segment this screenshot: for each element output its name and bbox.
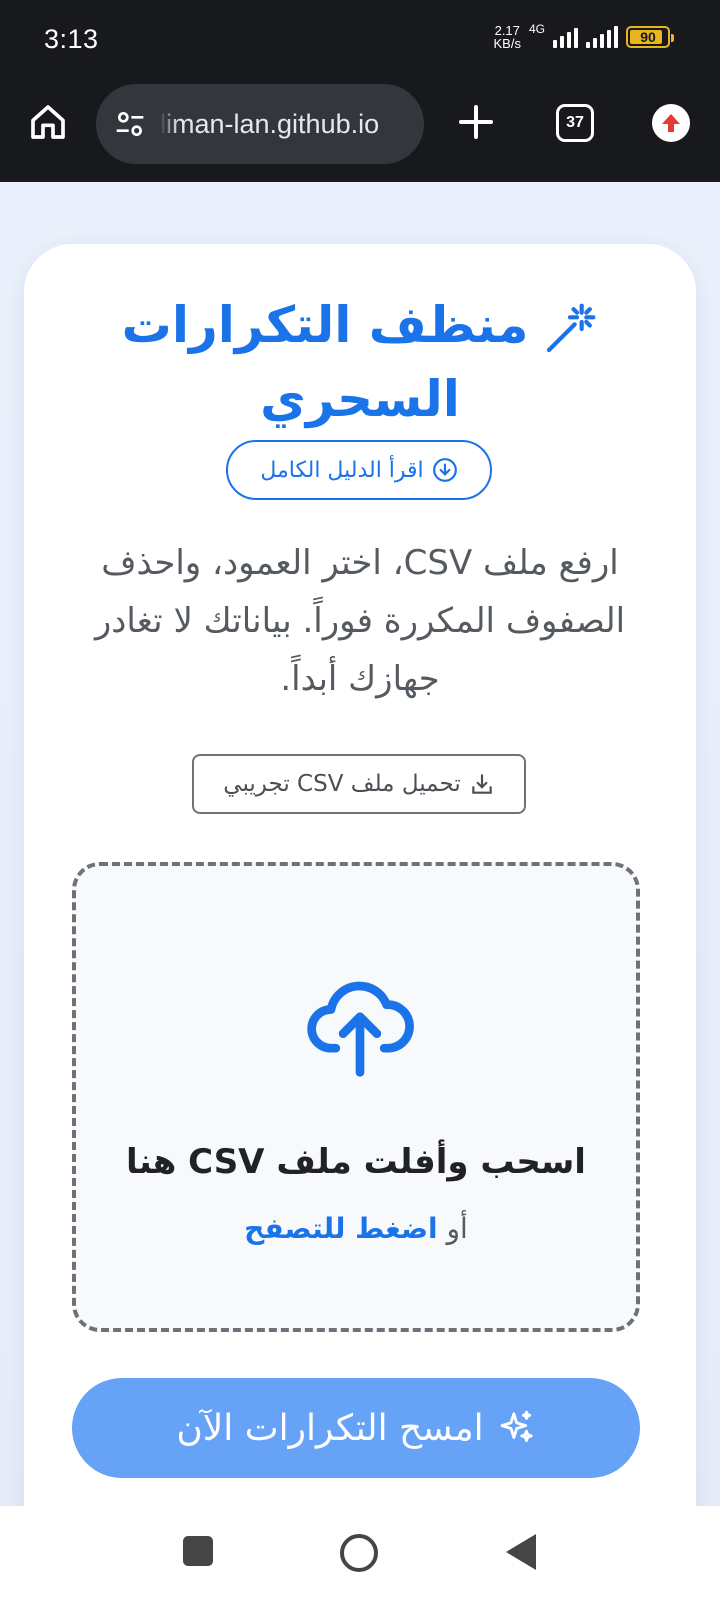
sparkles-icon bbox=[500, 1410, 533, 1443]
clean-duplicates-label: امسح التكرارات الآن bbox=[176, 1407, 484, 1449]
dropzone-title: اسحب وأفلت ملف CSV هنا bbox=[126, 1142, 586, 1182]
page-title-text: منظف التكرارات السحري bbox=[121, 296, 529, 428]
file-dropzone[interactable]: اسحب وأفلت ملف CSV هنا أو اضغط للتصفح bbox=[72, 862, 640, 1332]
browse-link[interactable]: اضغط للتصفح bbox=[244, 1212, 437, 1245]
signal-icon bbox=[553, 26, 578, 48]
page-title: منظف التكرارات السحري bbox=[54, 288, 666, 436]
status-time: 3:13 bbox=[44, 24, 99, 54]
battery-icon: 90 bbox=[626, 26, 674, 48]
update-icon bbox=[662, 114, 680, 132]
download-icon bbox=[471, 774, 492, 794]
read-guide-button[interactable]: اقرأ الدليل الكامل bbox=[226, 440, 492, 500]
recents-button[interactable] bbox=[183, 1536, 213, 1566]
cloud-upload-icon bbox=[307, 981, 414, 1077]
home-nav-button[interactable] bbox=[340, 1534, 378, 1572]
site-settings-icon[interactable] bbox=[114, 108, 146, 140]
magic-wand-icon bbox=[547, 303, 596, 352]
clean-duplicates-button[interactable]: امسح التكرارات الآن bbox=[72, 1378, 640, 1478]
dropzone-subtitle: أو اضغط للتصفح bbox=[76, 1212, 636, 1245]
main-card: منظف التكرارات السحري اقرأ الدليل الكامل… bbox=[24, 244, 696, 1506]
home-icon bbox=[31, 105, 65, 139]
new-tab-plus-icon[interactable] bbox=[456, 102, 496, 142]
tab-switcher-button[interactable]: 37 bbox=[556, 104, 594, 142]
home-button[interactable] bbox=[26, 100, 70, 144]
status-icons: 2.17 KB/s 4G 90 bbox=[493, 22, 674, 51]
web-page: منظف التكرارات السحري اقرأ الدليل الكامل… bbox=[0, 182, 720, 1506]
download-sample-label: تحميل ملف CSV تجريبي bbox=[223, 771, 461, 797]
url-text: liman-lan.github.io bbox=[160, 108, 380, 139]
read-guide-label: اقرأ الدليل الكامل bbox=[260, 457, 424, 483]
dropzone-or: أو bbox=[446, 1212, 468, 1245]
network-type: 4G bbox=[528, 22, 545, 36]
download-sample-button[interactable]: تحميل ملف CSV تجريبي bbox=[192, 754, 526, 814]
description: ارفع ملف CSV، اختر العمود، واحذف الصفوف … bbox=[94, 543, 626, 699]
update-button[interactable] bbox=[652, 104, 690, 142]
browser-chrome: 3:13 2.17 KB/s 4G 90 liman-lan.github.io… bbox=[0, 0, 720, 182]
tab-count: 37 bbox=[566, 114, 584, 131]
system-navigation-bar bbox=[0, 1506, 720, 1600]
back-button[interactable] bbox=[506, 1534, 536, 1570]
address-bar[interactable]: liman-lan.github.io bbox=[96, 84, 424, 164]
signal-icon-2 bbox=[586, 26, 618, 48]
download-circle-icon bbox=[432, 458, 457, 482]
network-speed: 2.17 KB/s bbox=[493, 23, 521, 51]
